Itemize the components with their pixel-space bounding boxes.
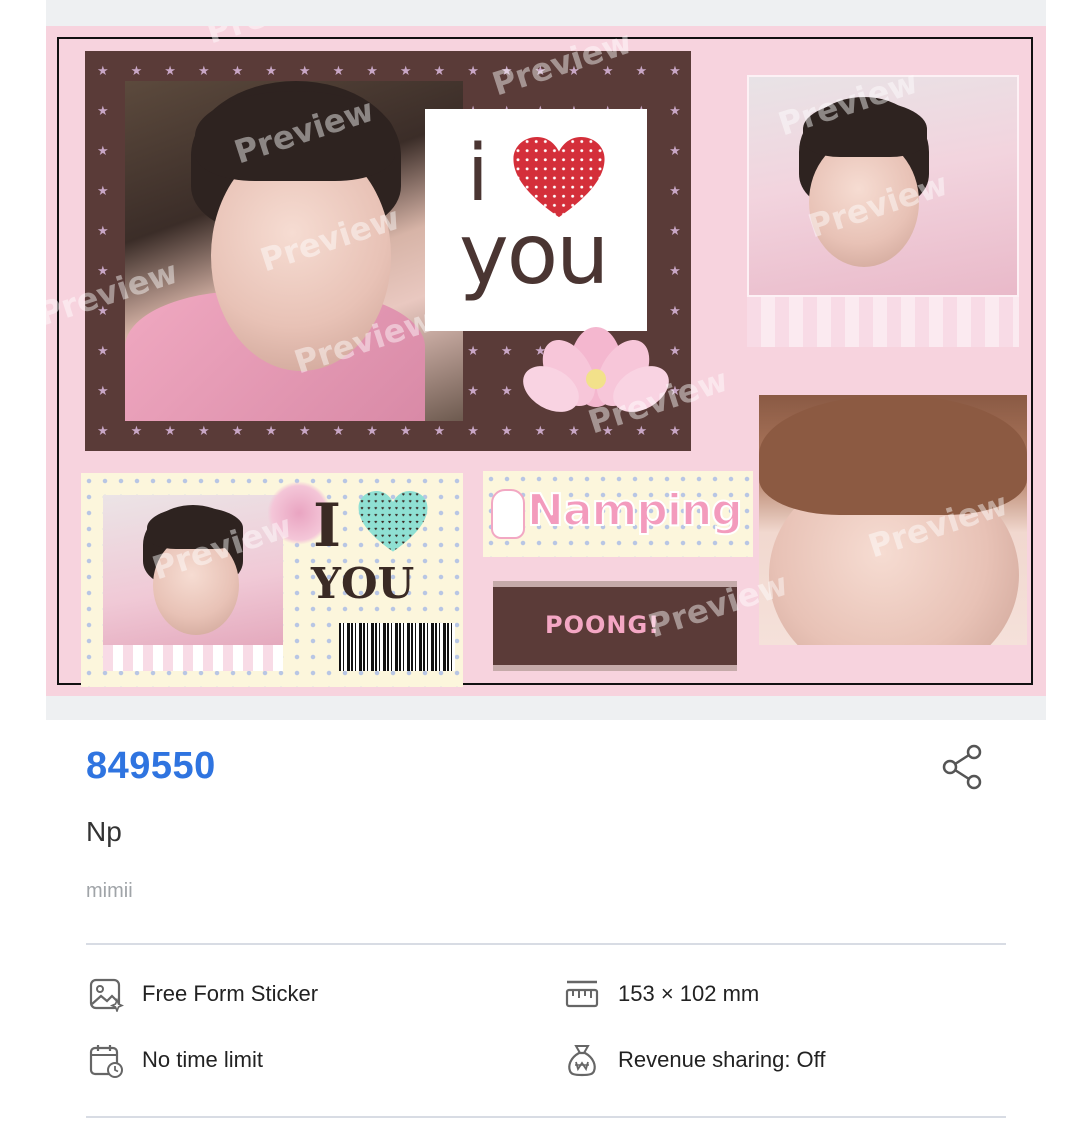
spec-revenue-text: Revenue sharing: Off xyxy=(618,1047,826,1072)
divider xyxy=(86,943,1006,945)
share-icon[interactable] xyxy=(940,744,986,790)
divider xyxy=(86,1116,1006,1118)
canvas-frame: ★★★★★★★★★★★★★★★★★★★★ ★★★★★★★★★★★★★★★★★★★… xyxy=(57,37,1033,687)
big-you-word: YOU xyxy=(311,559,415,608)
spec-time: No time limit xyxy=(88,1042,263,1078)
author-name[interactable]: mimii xyxy=(86,880,133,903)
barcode xyxy=(339,623,455,671)
you-word: you xyxy=(459,205,609,303)
poong-text: POONG! xyxy=(545,611,661,639)
namping-text: Namping xyxy=(526,484,744,537)
namping-label: Namping xyxy=(483,471,753,557)
spec-time-text: No time limit xyxy=(142,1047,264,1072)
mint-heart-icon xyxy=(358,491,428,552)
sticker-canvas: ★★★★★★★★★★★★★★★★★★★★ ★★★★★★★★★★★★★★★★★★★… xyxy=(46,26,1046,696)
bunny-character-icon xyxy=(491,489,525,539)
big-i-letter: I xyxy=(313,491,342,561)
money-bag-icon xyxy=(568,1045,596,1077)
product-id: 849550 xyxy=(86,745,216,787)
cream-dotted-card: I YOU xyxy=(81,473,463,687)
spec-type: Free Form Sticker xyxy=(88,976,318,1012)
sticker-preview: ★★★★★★★★★★★★★★★★★★★★ ★★★★★★★★★★★★★★★★★★★… xyxy=(46,0,1046,720)
spec-type-text: Free Form Sticker xyxy=(142,981,319,1006)
image-sparkle-icon xyxy=(89,978,124,1012)
spec-size: 153 × 102 mm xyxy=(564,976,759,1012)
ruler-icon xyxy=(565,980,599,1008)
product-title: Np xyxy=(86,816,122,847)
spec-revenue: Revenue sharing: Off xyxy=(564,1042,826,1078)
calendar-clock-icon xyxy=(89,1045,123,1078)
spec-size-text: 153 × 102 mm xyxy=(618,981,760,1006)
lace-border xyxy=(747,297,1019,347)
